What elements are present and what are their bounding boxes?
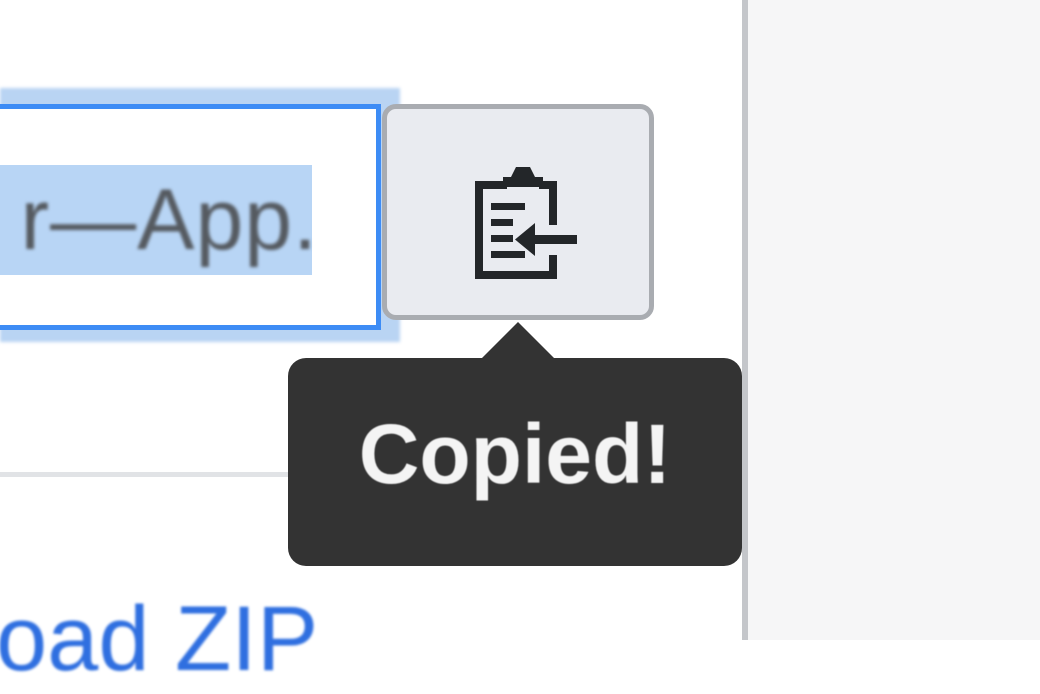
download-zip-link[interactable]: oad ZIP (0, 584, 318, 690)
right-pane (748, 0, 1040, 640)
clone-url-text: r—App. (20, 172, 318, 268)
copy-url-button[interactable] (382, 104, 654, 320)
cropped-text-fragment (20, 0, 280, 8)
clone-url-input[interactable]: r—App. (0, 104, 381, 330)
tooltip-text: Copied! (358, 407, 672, 501)
clipboard-copy-icon (463, 163, 583, 287)
copied-tooltip: Copied! (288, 358, 742, 566)
panel-divider (742, 0, 748, 640)
tooltip-arrow (480, 322, 556, 360)
